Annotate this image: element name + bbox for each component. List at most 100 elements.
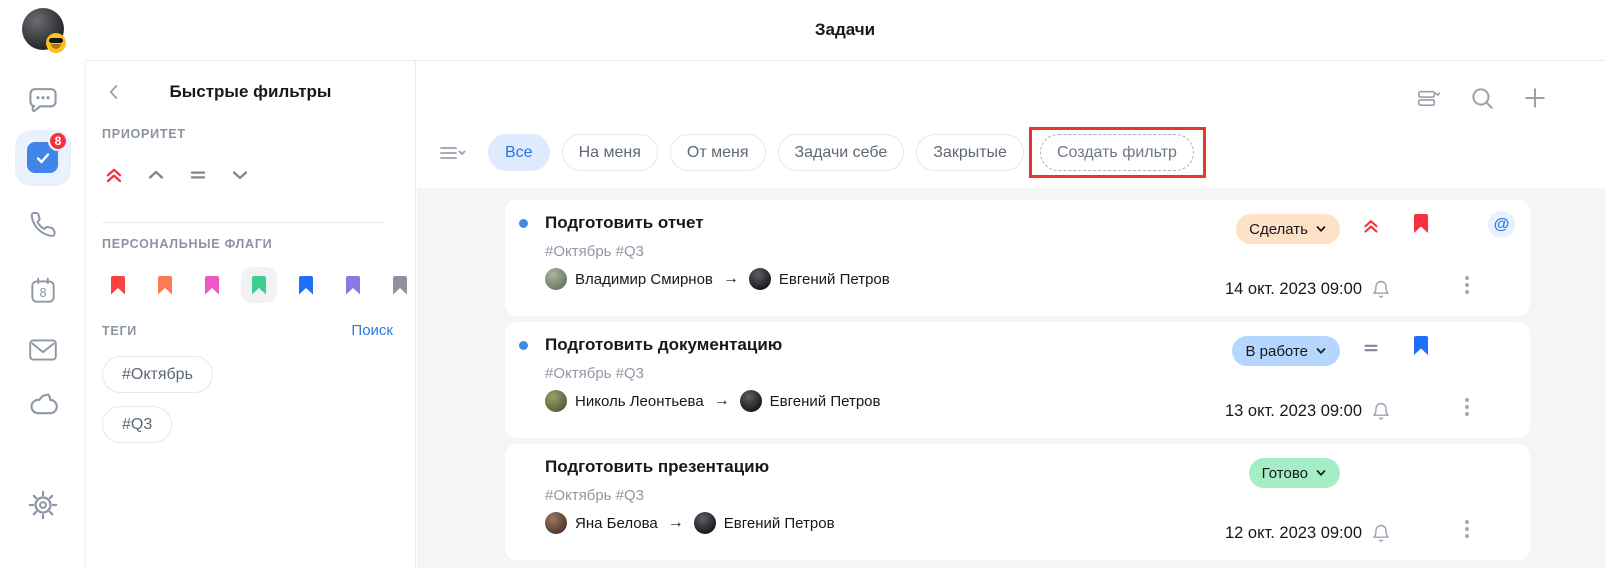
chevron-down-icon — [228, 163, 252, 187]
section-divider — [102, 222, 385, 223]
unread-indicator — [519, 341, 528, 350]
task-title: Подготовить отчет — [545, 213, 704, 233]
priority-normal-button[interactable] — [180, 157, 216, 193]
mention-icon[interactable]: @ — [1488, 211, 1515, 238]
sidebar-item-cloud[interactable] — [26, 392, 60, 420]
search-button[interactable] — [1469, 85, 1495, 111]
assigner-avatar — [545, 512, 567, 534]
flag-pink-button[interactable] — [194, 267, 230, 303]
page-header: Задачи — [85, 0, 1605, 61]
view-switcher-icon — [1416, 86, 1442, 110]
priority-low-button[interactable] — [222, 157, 258, 193]
task-people: Николь Леонтьева → Евгений Петров — [545, 390, 881, 412]
priority-section-label: ПРИОРИТЕТ — [102, 127, 186, 141]
status-badge[interactable]: Готово — [1249, 458, 1340, 488]
due-row: 13 окт. 2023 09:00 — [1225, 401, 1391, 421]
app-window: 8 8 — [0, 0, 1605, 568]
flag-orange-button[interactable] — [147, 267, 183, 303]
hamburger-chevron-icon — [438, 142, 468, 164]
assignee-avatar — [749, 268, 771, 290]
filter-chip-closed[interactable]: Закрытые — [916, 134, 1024, 171]
flag-purple-button[interactable] — [335, 267, 371, 303]
status-label: Готово — [1262, 465, 1308, 482]
flag-green-icon — [252, 276, 266, 295]
flag-orange-icon — [158, 276, 172, 295]
search-icon — [1469, 85, 1495, 111]
left-nav-rail: 8 8 — [0, 0, 85, 568]
flag-gray-button[interactable] — [382, 267, 418, 303]
assignee-name: Евгений Петров — [770, 393, 881, 410]
arrow-icon: → — [668, 514, 684, 532]
personal-flags-row — [100, 267, 418, 303]
priority-highest-button[interactable] — [96, 157, 132, 193]
tags-search-link[interactable]: Поиск — [351, 322, 393, 339]
flag-red-icon — [111, 276, 125, 295]
due-date: 14 окт. 2023 09:00 — [1225, 280, 1362, 299]
sidebar-item-chats[interactable] — [27, 84, 59, 116]
view-switcher-button[interactable] — [1416, 85, 1442, 111]
more-menu-button[interactable] — [1465, 276, 1469, 294]
more-menu-button[interactable] — [1465, 520, 1469, 538]
cloud-icon — [26, 392, 60, 420]
tag-chip-q3[interactable]: #Q3 — [102, 406, 172, 443]
chevron-down-icon — [1315, 345, 1327, 357]
flags-section-label: ПЕРСОНАЛЬНЫЕ ФЛАГИ — [102, 237, 272, 251]
filter-chip-from-me[interactable]: От меня — [670, 134, 766, 171]
task-tags: #Октябрь #Q3 — [545, 365, 644, 382]
toolbar-icons — [1416, 85, 1548, 111]
quick-filters-panel: Быстрые фильтры ПРИОРИТЕТ — [85, 61, 416, 568]
flag-blue-button[interactable] — [288, 267, 324, 303]
due-date: 13 окт. 2023 09:00 — [1225, 402, 1362, 421]
tag-chip-october[interactable]: #Октябрь — [102, 356, 213, 393]
status-badge[interactable]: В работе — [1232, 336, 1340, 366]
chat-icon — [27, 84, 59, 116]
flag-blue-icon — [299, 276, 313, 295]
sidebar-item-calendar[interactable]: 8 — [27, 275, 59, 307]
sidebar-item-calls[interactable] — [28, 210, 58, 240]
bell-icon — [1371, 279, 1391, 299]
filter-chip-to-me[interactable]: На меня — [562, 134, 658, 171]
task-people: Владимир Смирнов → Евгений Петров — [545, 268, 890, 290]
calendar-icon: 8 — [27, 275, 59, 307]
sidebar-item-mail[interactable] — [27, 336, 59, 364]
task-people: Яна Белова → Евгений Петров — [545, 512, 835, 534]
status-badge[interactable]: Сделать — [1236, 214, 1340, 244]
create-filter-wrap: Создать фильтр — [1040, 134, 1194, 171]
flag-red-button[interactable] — [100, 267, 136, 303]
list-options-button[interactable] — [438, 142, 468, 164]
assigner-avatar — [545, 390, 567, 412]
priority-highest-icon — [1360, 215, 1382, 237]
sidebar-item-settings[interactable] — [27, 489, 59, 521]
filter-chips-row: Все На меня От меня Задачи себе Закрытые… — [438, 134, 1194, 171]
chevron-up-icon — [144, 163, 168, 187]
flag-gray-icon — [393, 276, 407, 295]
bell-icon — [1371, 401, 1391, 421]
flag-pink-icon — [205, 276, 219, 295]
task-card[interactable]: Подготовить презентацию #Октябрь #Q3 Яна… — [505, 444, 1530, 560]
page-title: Задачи — [815, 20, 875, 40]
task-card[interactable]: Подготовить отчет #Октябрь #Q3 Владимир … — [505, 200, 1530, 316]
task-card[interactable]: Подготовить документацию #Октябрь #Q3 Ни… — [505, 322, 1530, 438]
chevron-down-icon — [1315, 467, 1327, 479]
due-row: 12 окт. 2023 09:00 — [1225, 523, 1391, 543]
priority-filter-row — [96, 157, 258, 193]
unread-indicator — [519, 219, 528, 228]
assignee-avatar — [740, 390, 762, 412]
filter-chip-self[interactable]: Задачи себе — [778, 134, 905, 171]
flag-red-icon[interactable] — [1414, 214, 1428, 233]
flag-purple-icon — [346, 276, 360, 295]
bell-icon — [1371, 523, 1391, 543]
equals-icon — [186, 163, 210, 187]
more-menu-button[interactable] — [1465, 398, 1469, 416]
assigner-name: Николь Леонтьева — [575, 393, 704, 410]
create-filter-button[interactable]: Создать фильтр — [1040, 134, 1194, 171]
flag-blue-icon[interactable] — [1414, 336, 1428, 355]
arrow-icon: → — [723, 270, 739, 288]
flag-green-button[interactable] — [241, 267, 277, 303]
priority-high-button[interactable] — [138, 157, 174, 193]
mail-icon — [27, 336, 59, 364]
status-label: В работе — [1245, 343, 1308, 360]
filter-chip-all[interactable]: Все — [488, 134, 550, 171]
add-task-button[interactable] — [1522, 85, 1548, 111]
tags-section-label: ТЕГИ — [102, 324, 137, 338]
